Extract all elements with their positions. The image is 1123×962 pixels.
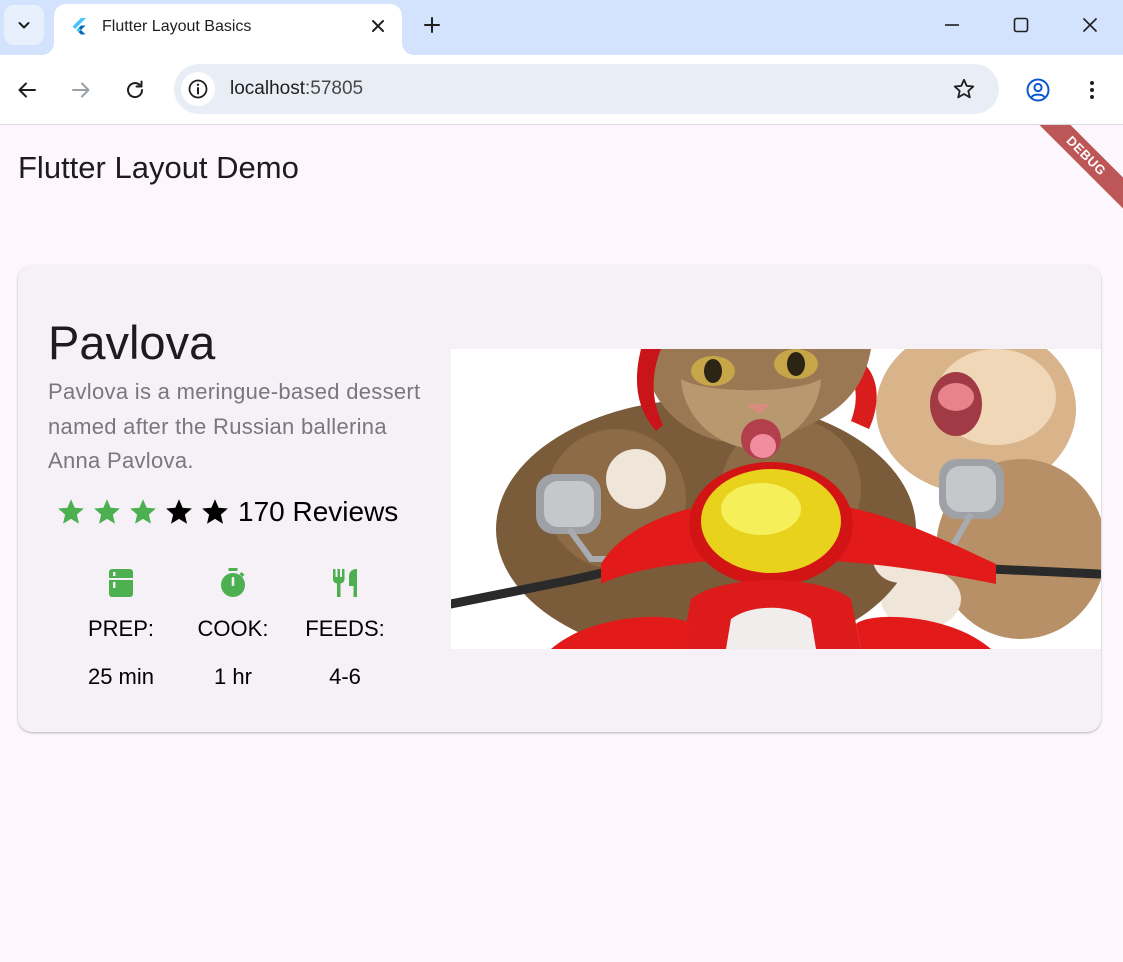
app-bar-title: Flutter Layout Demo	[18, 150, 299, 185]
close-icon	[372, 20, 384, 32]
reviews-count: 170 Reviews	[238, 496, 399, 527]
arrow-left-icon	[18, 82, 36, 98]
maximize-button[interactable]	[1006, 10, 1036, 40]
debug-banner: DEBUG	[1025, 125, 1123, 217]
tab-title: Flutter Layout Basics	[102, 18, 252, 35]
minimize-icon	[945, 24, 959, 26]
stat-value: 4-6	[329, 664, 361, 689]
star-outline-icon	[953, 78, 975, 99]
tab-close-button[interactable]	[367, 15, 389, 37]
tab-search-button[interactable]	[4, 5, 44, 45]
app-viewport: Flutter Layout Demo DEBUG Pavlova Pavlov…	[0, 125, 1123, 962]
address-bar[interactable]: localhost:57805	[174, 64, 999, 114]
recipe-card: Pavlova Pavlova is a meringue-based dess…	[18, 265, 1101, 732]
profile-button[interactable]	[1021, 73, 1055, 107]
chevron-down-icon	[18, 22, 30, 29]
plus-icon	[424, 17, 440, 33]
recipe-description: Pavlova is a meringue-based dessert name…	[48, 379, 421, 473]
maximize-icon	[1013, 17, 1029, 33]
arrow-right-icon	[72, 82, 90, 98]
new-tab-button[interactable]	[418, 11, 446, 39]
browser-tab-active[interactable]: Flutter Layout Basics	[54, 4, 402, 55]
url-port: :57805	[305, 78, 364, 99]
reload-icon	[127, 80, 144, 99]
timer-icon	[221, 568, 245, 597]
kitchen-icon	[109, 569, 133, 597]
account-circle-icon	[1026, 78, 1050, 102]
info-icon	[188, 79, 208, 99]
stat-prep: PREP: 25 min	[66, 568, 176, 690]
flutter-logo-icon	[72, 18, 86, 35]
stat-label: PREP:	[87, 616, 155, 641]
close-icon	[1082, 17, 1098, 33]
browser-menu-button[interactable]	[1075, 73, 1109, 107]
recipe-image	[451, 349, 1101, 649]
stat-label: FEEDS:	[305, 616, 385, 641]
restaurant-icon	[333, 569, 357, 597]
stat-feeds: FEEDS: 4-6	[290, 568, 400, 690]
star-filled-icon	[94, 499, 120, 524]
stat-label: COOK:	[197, 616, 269, 641]
stat-value: 1 hr	[214, 664, 252, 689]
url-text: localhost:57805	[230, 78, 363, 100]
recipe-title: Pavlova	[48, 316, 216, 369]
url-host: localhost	[230, 78, 305, 99]
star-empty-icon	[166, 499, 192, 524]
star-filled-icon	[130, 499, 156, 524]
stat-value: 25 min	[87, 664, 155, 689]
browser-tab-bar: Flutter Layout Basics	[0, 0, 1123, 55]
more-vertical-icon	[1090, 81, 1094, 99]
star-empty-icon	[202, 499, 228, 524]
star-filled-icon	[58, 499, 84, 524]
browser-toolbar: localhost:57805	[0, 55, 1123, 125]
back-button[interactable]	[10, 73, 44, 107]
recipe-info: Pavlova Pavlova is a meringue-based dess…	[48, 315, 433, 479]
window-close-button[interactable]	[1075, 10, 1105, 40]
stat-cook: COOK: 1 hr	[178, 568, 288, 690]
reload-button[interactable]	[118, 73, 152, 107]
forward-button[interactable]	[64, 73, 98, 107]
recipe-stats: PREP: 25 min COOK: 1 hr FEEDS: 4-6	[66, 568, 416, 698]
bookmark-button[interactable]	[949, 74, 979, 104]
rating-row: 170 Reviews	[56, 496, 398, 528]
site-info-button[interactable]	[181, 72, 215, 106]
cats-on-scooter-illustration	[451, 349, 1101, 649]
minimize-button[interactable]	[937, 10, 967, 40]
